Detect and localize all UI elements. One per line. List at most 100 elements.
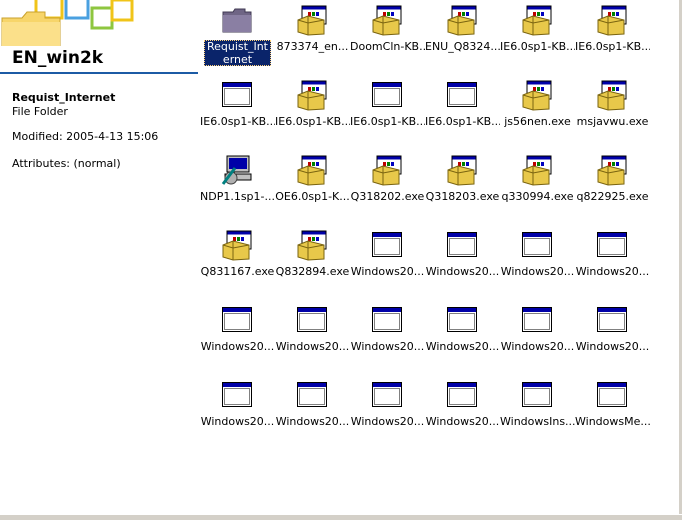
file-item-label: Windows20... xyxy=(200,340,275,353)
file-item[interactable]: Windows20... xyxy=(575,302,650,372)
file-item[interactable]: WindowsIns... xyxy=(500,377,575,447)
file-item-label: 873374_en... xyxy=(276,40,349,53)
file-item[interactable]: Windows20... xyxy=(200,302,275,372)
file-item-label: Windows20... xyxy=(275,415,350,428)
file-item[interactable]: DoomCln-KB... xyxy=(350,2,425,72)
application-window-icon xyxy=(221,79,253,111)
application-window-icon xyxy=(596,304,628,336)
file-item[interactable]: 873374_en... xyxy=(275,2,350,72)
file-item[interactable]: q822925.exe xyxy=(575,152,650,222)
selected-item-attributes: Attributes: (normal) xyxy=(12,157,121,170)
selected-item-modified: Modified: 2005-4-13 15:06 xyxy=(12,130,159,143)
file-item[interactable]: Q831167.exe xyxy=(200,227,275,297)
file-item[interactable]: Windows20... xyxy=(425,227,500,297)
installer-package-icon xyxy=(521,154,553,186)
application-window-icon xyxy=(221,304,253,336)
application-window-icon xyxy=(371,229,403,261)
file-item-label: Windows20... xyxy=(575,340,650,353)
file-item[interactable]: Q318203.exe xyxy=(425,152,500,222)
file-item[interactable]: Windows20... xyxy=(500,302,575,372)
file-item[interactable]: Windows20... xyxy=(275,302,350,372)
file-item[interactable]: Windows20... xyxy=(275,377,350,447)
file-item[interactable]: q330994.exe xyxy=(500,152,575,222)
file-icon-view[interactable]: Requist_Internet 873374_en... DoomCln-KB..… xyxy=(198,0,682,519)
file-item-label: IE6.0sp1-KB... xyxy=(275,115,350,128)
file-item-label: IE6.0sp1-KB... xyxy=(500,40,575,53)
application-window-icon xyxy=(371,79,403,111)
file-item-label: q822925.exe xyxy=(576,190,649,203)
installer-package-icon xyxy=(446,154,478,186)
application-window-icon xyxy=(296,304,328,336)
file-item[interactable]: IE6.0sp1-KB... xyxy=(575,2,650,72)
file-item[interactable]: IE6.0sp1-KB... xyxy=(200,77,275,147)
installer-package-icon xyxy=(371,4,403,36)
installer-package-icon xyxy=(521,4,553,36)
file-item[interactable]: Windows20... xyxy=(350,227,425,297)
selected-item-type: File Folder xyxy=(12,105,68,118)
file-item-label: msjavwu.exe xyxy=(576,115,649,128)
file-item[interactable]: Windows20... xyxy=(575,227,650,297)
file-item[interactable]: IE6.0sp1-KB... xyxy=(425,77,500,147)
file-item-label: IE6.0sp1-KB... xyxy=(575,40,650,53)
file-item-label: Windows20... xyxy=(575,265,650,278)
file-item[interactable]: Windows20... xyxy=(425,302,500,372)
folder-title: EN_win2k xyxy=(12,48,104,68)
file-item[interactable]: Q832894.exe xyxy=(275,227,350,297)
selected-item-name: Requist_Internet xyxy=(12,91,116,104)
file-item-label: IE6.0sp1-KB... xyxy=(350,115,425,128)
file-item-label: Windows20... xyxy=(425,415,500,428)
file-item-label: Windows20... xyxy=(200,415,275,428)
application-window-icon xyxy=(521,379,553,411)
file-item-label: WindowsMe... xyxy=(575,415,650,428)
application-window-icon xyxy=(371,379,403,411)
file-item-label: Q832894.exe xyxy=(275,265,350,278)
file-item-label: q330994.exe xyxy=(501,190,574,203)
file-item-label: Q318203.exe xyxy=(425,190,500,203)
file-item[interactable]: Windows20... xyxy=(200,377,275,447)
setup-computer-icon xyxy=(221,154,253,186)
file-item[interactable]: OE6.0sp1-K... xyxy=(275,152,350,222)
installer-package-icon xyxy=(596,4,628,36)
file-item-label: WindowsIns... xyxy=(500,415,575,428)
file-item[interactable]: Windows20... xyxy=(500,227,575,297)
file-item[interactable]: Requist_Internet xyxy=(200,2,275,72)
installer-package-icon xyxy=(371,154,403,186)
installer-package-icon xyxy=(596,79,628,111)
folder-banner-icon xyxy=(1,0,134,46)
file-item[interactable]: IE6.0sp1-KB... xyxy=(500,2,575,72)
file-item[interactable]: Windows20... xyxy=(425,377,500,447)
application-window-icon xyxy=(521,229,553,261)
file-item-label: js56nen.exe xyxy=(504,115,571,128)
title-divider xyxy=(0,72,198,74)
installer-package-icon xyxy=(296,4,328,36)
folder-icon xyxy=(221,4,253,36)
file-item-label: Q318202.exe xyxy=(350,190,425,203)
installer-package-icon xyxy=(446,4,478,36)
file-item[interactable]: js56nen.exe xyxy=(500,77,575,147)
application-window-icon xyxy=(371,304,403,336)
file-item[interactable]: Windows20... xyxy=(350,302,425,372)
application-window-icon xyxy=(446,304,478,336)
file-item[interactable]: msjavwu.exe xyxy=(575,77,650,147)
application-window-icon xyxy=(221,379,253,411)
installer-package-icon xyxy=(221,229,253,261)
file-item-label: Requist_Internet xyxy=(204,40,271,66)
file-item[interactable]: IE6.0sp1-KB... xyxy=(350,77,425,147)
file-item[interactable]: Q318202.exe xyxy=(350,152,425,222)
file-item-label: Windows20... xyxy=(425,265,500,278)
file-item[interactable]: Windows20... xyxy=(350,377,425,447)
installer-package-icon xyxy=(296,229,328,261)
file-item[interactable]: ENU_Q8324... xyxy=(425,2,500,72)
file-item[interactable]: NDP1.1sp1-... xyxy=(200,152,275,222)
file-item-label: Windows20... xyxy=(350,415,425,428)
installer-package-icon xyxy=(521,79,553,111)
file-item-label: Windows20... xyxy=(275,340,350,353)
file-item-label: Windows20... xyxy=(500,265,575,278)
application-window-icon xyxy=(596,229,628,261)
file-item[interactable]: IE6.0sp1-KB... xyxy=(275,77,350,147)
application-window-icon xyxy=(446,79,478,111)
file-item[interactable]: WindowsMe... xyxy=(575,377,650,447)
file-item-label: DoomCln-KB... xyxy=(350,40,425,53)
application-window-icon xyxy=(521,304,553,336)
file-item-label: Windows20... xyxy=(350,265,425,278)
